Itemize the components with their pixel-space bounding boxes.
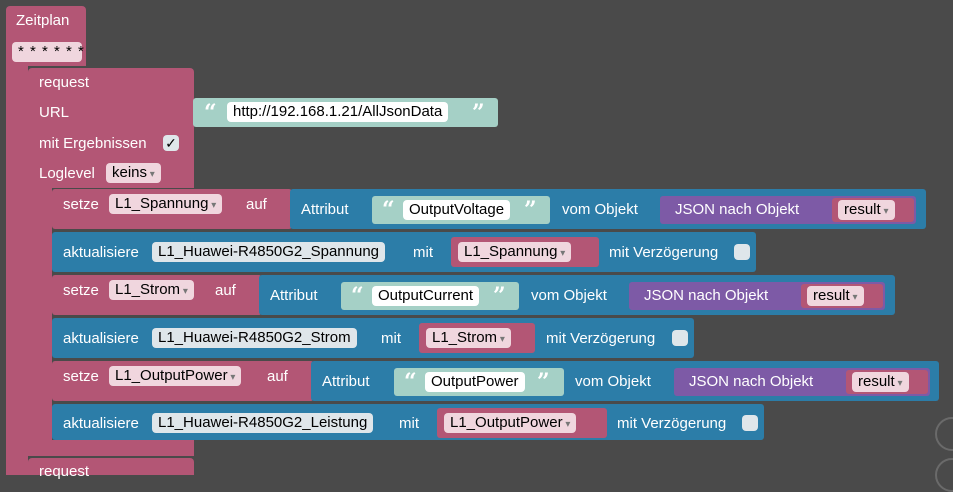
var-dropdown[interactable]: L1_OutputPower [444, 413, 577, 433]
var-dropdown[interactable]: L1_Strom [426, 328, 511, 348]
zoom-reset-icon[interactable] [935, 417, 953, 451]
on-label: auf [267, 368, 288, 385]
with-results-checkbox[interactable]: ✓ [163, 135, 179, 151]
attribute-label: Attribut [301, 201, 349, 218]
request-title: request [39, 74, 90, 91]
loglevel-label: Loglevel [39, 165, 95, 182]
attribute-label: Attribut [322, 373, 370, 390]
set-label: setze [63, 196, 99, 213]
attribute-input[interactable]: OutputVoltage [403, 200, 511, 220]
update-label: aktualisiere [63, 330, 139, 347]
state-id-field[interactable]: L1_Huawei-R4850G2_Strom [152, 328, 357, 348]
result-dropdown[interactable]: result [807, 286, 864, 306]
set-label: setze [63, 368, 99, 385]
delay-label: mit Verzögerung [546, 330, 656, 347]
loglevel-dropdown[interactable]: keins [106, 163, 161, 183]
attribute-input[interactable]: OutputPower [425, 372, 525, 392]
url-label: URL [39, 104, 70, 121]
json-to-object-label: JSON nach Objekt [675, 201, 800, 218]
var-dropdown[interactable]: L1_OutputPower [109, 366, 242, 386]
request-footer [28, 440, 194, 456]
with-label: mit [399, 415, 419, 432]
open-quote-icon: “ [351, 283, 364, 309]
result-dropdown[interactable]: result [838, 200, 895, 220]
delay-checkbox[interactable] [672, 330, 688, 346]
close-quote-icon: ” [472, 100, 485, 126]
update-label: aktualisiere [63, 244, 139, 261]
json-to-object-label: JSON nach Objekt [689, 373, 814, 390]
next-request-title: request [39, 463, 90, 480]
url-input[interactable]: http://192.168.1.21/AllJsonData [227, 102, 449, 122]
with-label: mit [413, 244, 433, 261]
var-dropdown[interactable]: L1_Strom [109, 280, 194, 300]
open-quote-icon: “ [382, 197, 395, 223]
delay-label: mit Verzögerung [609, 244, 719, 261]
open-quote-icon: “ [204, 100, 217, 126]
cron-pattern-field[interactable]: * * * * * * [12, 42, 84, 62]
on-label: auf [246, 196, 267, 213]
schedule-body [6, 60, 28, 475]
attribute-input[interactable]: OutputCurrent [372, 286, 480, 306]
state-id-field[interactable]: L1_Huawei-R4850G2_Leistung [152, 413, 374, 433]
update-label: aktualisiere [63, 415, 139, 432]
from-object-label: vom Objekt [562, 201, 638, 218]
delay-checkbox[interactable] [742, 415, 758, 431]
from-object-label: vom Objekt [575, 373, 651, 390]
attribute-label: Attribut [270, 287, 318, 304]
var-dropdown[interactable]: L1_Spannung [458, 242, 572, 262]
json-to-object-label: JSON nach Objekt [644, 287, 769, 304]
request-body [28, 186, 52, 448]
with-results-label: mit Ergebnissen [39, 135, 147, 152]
delay-label: mit Verzögerung [617, 415, 727, 432]
close-quote-icon: ” [493, 283, 506, 309]
set-label: setze [63, 282, 99, 299]
open-quote-icon: “ [404, 369, 417, 395]
zoom-in-icon[interactable] [935, 458, 953, 492]
close-quote-icon: ” [537, 369, 550, 395]
with-label: mit [381, 330, 401, 347]
state-id-field[interactable]: L1_Huawei-R4850G2_Spannung [152, 242, 386, 262]
close-quote-icon: ” [524, 197, 537, 223]
var-dropdown[interactable]: L1_Spannung [109, 194, 223, 214]
delay-checkbox[interactable] [734, 244, 750, 260]
on-label: auf [215, 282, 236, 299]
schedule-title: Zeitplan [16, 12, 70, 29]
result-dropdown[interactable]: result [852, 372, 909, 392]
from-object-label: vom Objekt [531, 287, 607, 304]
